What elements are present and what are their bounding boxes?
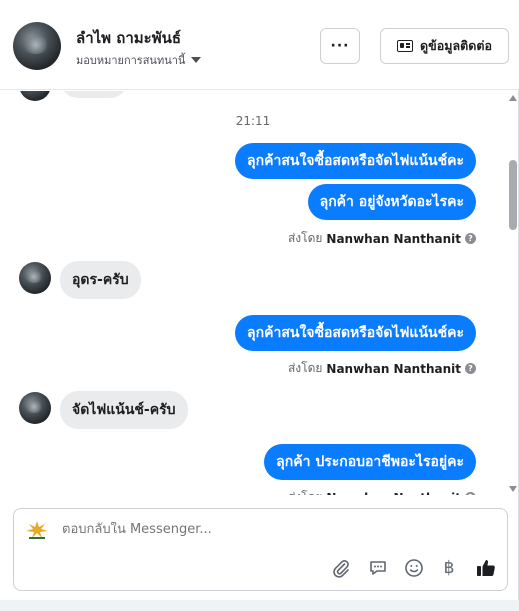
sent-by-label: ส่งโดย [288, 488, 322, 495]
reply-box[interactable]: ฿ [13, 508, 508, 591]
message-bubble-incoming: จัดไฟแน้นช์-ครับ [60, 391, 188, 429]
sent-by-name: Nanwhan Nanthanit [326, 231, 461, 246]
scroll-down-arrow[interactable] [509, 486, 517, 492]
attachment-icon[interactable] [330, 557, 352, 579]
caret-down-icon [191, 57, 202, 63]
conversation-header: ลำไพ ถามะพันธ์ มอบหมายการสนทนานี้ ··· ดู… [0, 0, 519, 90]
sent-by-info-partial: ส่งโดย Nanwhan Nanthanit ? [288, 488, 476, 495]
sent-by-name: Nanwhan Nanthanit [326, 491, 461, 496]
sent-by-name: Nanwhan Nanthanit [326, 361, 461, 376]
emoji-icon[interactable] [403, 557, 425, 579]
sent-by-info: ส่งโดย Nanwhan Nanthanit ? [288, 359, 476, 378]
reply-input[interactable] [62, 522, 462, 537]
message-bubble-outgoing: ลุกค้าสนใจซื้อสดหรือจัดไฟแน้นช์คะ [235, 315, 476, 351]
message-timestamp: 21:11 [235, 114, 271, 128]
more-icon: ··· [330, 38, 350, 54]
page-logo-icon [26, 521, 48, 539]
baht-payment-icon[interactable]: ฿ [438, 557, 460, 579]
scroll-up-arrow[interactable] [509, 95, 517, 101]
customer-name[interactable]: ลำไพ ถามะพันธ์ [76, 26, 181, 50]
like-icon[interactable] [475, 557, 497, 579]
view-contact-info-label: ดูข้อมูลติดต่อ [420, 38, 492, 53]
view-contact-info-button[interactable]: ดูข้อมูลติดต่อ [380, 28, 509, 64]
saved-replies-icon[interactable] [367, 557, 389, 579]
message-bubble-incoming: อุดร-ครับ [60, 261, 141, 299]
assign-label: มอบหมายการสนทนานี้ [76, 54, 186, 67]
more-options-button[interactable]: ··· [320, 28, 360, 64]
scrollbar-thumb[interactable] [509, 160, 517, 230]
customer-avatar-small [19, 262, 51, 294]
help-icon[interactable]: ? [465, 233, 476, 244]
customer-avatar[interactable] [13, 22, 61, 70]
message-bubble-incoming-partial [60, 91, 128, 98]
message-bubble-outgoing: ลุกค้า อยู่จังหวัดอะไรคะ [307, 184, 476, 220]
message-bubble-outgoing: ลุกค้าสนใจซื้อสดหรือจัดไฟแน้นช์คะ [235, 143, 476, 179]
sent-by-info: ส่งโดย Nanwhan Nanthanit ? [288, 229, 476, 248]
help-icon[interactable]: ? [465, 492, 476, 495]
customer-avatar-small [19, 91, 51, 101]
assign-conversation-dropdown[interactable]: มอบหมายการสนทนานี้ [76, 51, 202, 69]
contact-card-icon [397, 40, 414, 52]
message-bubble-outgoing: ลุกค้า ประกอบอาชีพอะไรอยู่คะ [264, 444, 476, 480]
sent-by-label: ส่งโดย [287, 231, 323, 245]
sent-by-label: ส่งโดย [287, 361, 323, 375]
message-thread[interactable]: 21:11 ลุกค้าสนใจซื้อสดหรือจัดไฟแน้นช์คะ … [0, 91, 506, 495]
help-icon[interactable]: ? [465, 363, 476, 374]
conversation-panel: ลำไพ ถามะพันธ์ มอบหมายการสนทนานี้ ··· ดู… [0, 0, 519, 600]
customer-avatar-small [19, 392, 51, 424]
